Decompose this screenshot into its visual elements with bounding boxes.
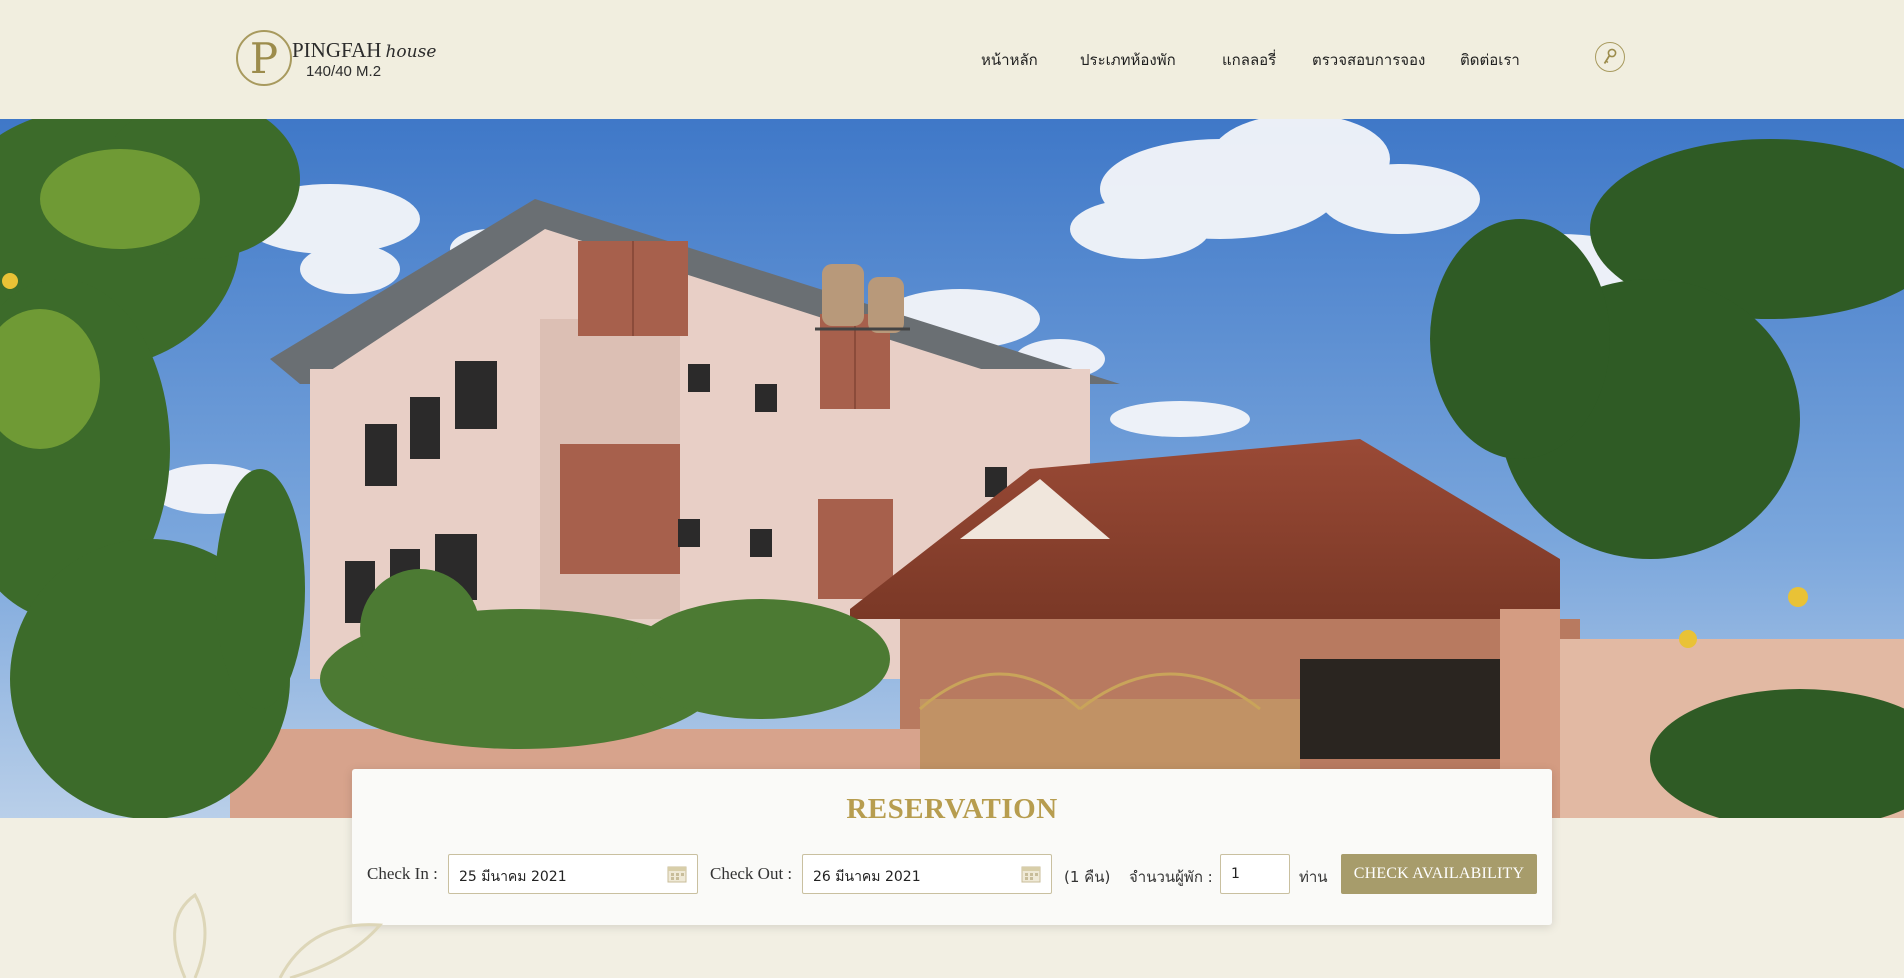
nav-item-gallery[interactable]: แกลลอรี่ xyxy=(1222,48,1276,72)
reservation-form: Check In : 25 มีนาคม 2021 Check Out : 26… xyxy=(352,854,1552,894)
hero-image xyxy=(0,119,1904,818)
check-in-field[interactable]: 25 มีนาคม 2021 xyxy=(448,854,698,894)
nav-item-room-types[interactable]: ประเภทห้องพัก xyxy=(1080,48,1176,72)
calendar-icon xyxy=(1021,866,1041,883)
guesthouse-photo xyxy=(0,119,1904,818)
check-out-value: 26 มีนาคม 2021 xyxy=(813,869,921,885)
guests-input[interactable]: 1 xyxy=(1220,854,1290,894)
check-availability-button[interactable]: CHECK AVAILABILITY xyxy=(1341,854,1537,894)
calendar-icon xyxy=(667,866,687,883)
reservation-title: RESERVATION xyxy=(846,793,1058,825)
key-icon xyxy=(1603,48,1617,64)
check-out-label: Check Out : xyxy=(710,864,793,883)
nights-count: (1 คืน) xyxy=(1064,868,1111,886)
check-in-label: Check In : xyxy=(367,864,438,883)
guests-label: จำนวนผู้พัก : xyxy=(1129,868,1213,886)
nav-item-home[interactable]: หน้าหลัก xyxy=(981,48,1038,72)
login-button[interactable] xyxy=(1595,42,1625,72)
decorative-leaf xyxy=(173,892,384,978)
nav-item-check-booking[interactable]: ตรวจสอบการจอง xyxy=(1312,48,1425,72)
guests-unit: ท่าน xyxy=(1299,868,1328,886)
check-out-field[interactable]: 26 มีนาคม 2021 xyxy=(802,854,1052,894)
reservation-panel: RESERVATION Check In : 25 มีนาคม 2021 Ch… xyxy=(352,769,1552,925)
guests-value: 1 xyxy=(1231,866,1240,882)
site-header: P PINGFAH house 140/40 M.2 หน้าหลัก ประเภ… xyxy=(0,0,1904,119)
nav-item-contact[interactable]: ติดต่อเรา xyxy=(1460,48,1520,72)
check-in-value: 25 มีนาคม 2021 xyxy=(459,869,567,885)
